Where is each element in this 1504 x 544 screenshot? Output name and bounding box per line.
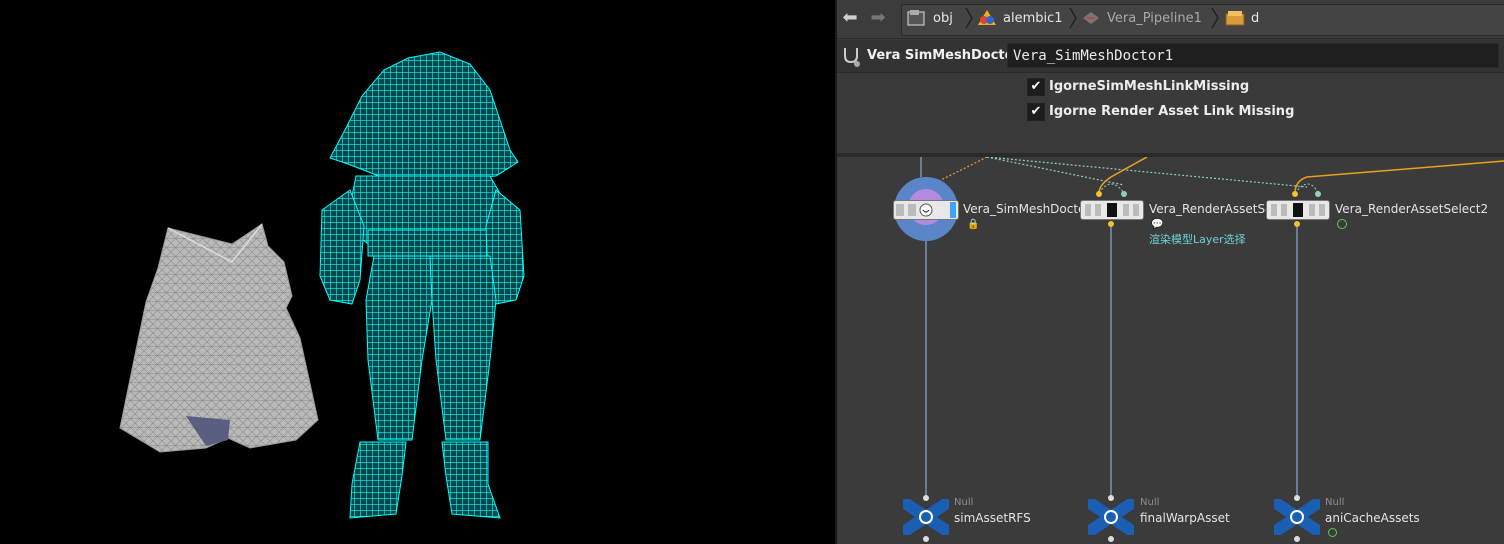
3d-viewport[interactable]: [0, 0, 835, 544]
null-node-icon[interactable]: [903, 499, 949, 535]
null-node-icon[interactable]: [1274, 499, 1320, 535]
breadcrumb-alembic1[interactable]: alembic1: [977, 6, 1063, 30]
breadcrumb-label: Vera_Pipeline1: [1107, 10, 1202, 26]
status-circle-icon: [1328, 528, 1337, 537]
cloth-mesh: [119, 223, 319, 453]
houdini-panel: ⬅ ➡ obj alembic1 Vera_Pipeline1 d Vera S…: [837, 0, 1504, 544]
network-editor[interactable]: Vera_SimMeshDoctor 🔒 Vera_RenderAssetSe …: [837, 157, 1504, 544]
node-vera-renderassetselect[interactable]: [1080, 200, 1144, 220]
node-label: Vera_RenderAssetSe: [1149, 202, 1273, 216]
arrow-left-icon[interactable]: ⬅: [839, 8, 861, 28]
chevron-right-icon: [965, 7, 973, 29]
node-label: Vera_RenderAssetSelect2: [1335, 202, 1489, 216]
obj-context-icon: [907, 10, 925, 26]
chevron-right-icon: [1211, 7, 1219, 29]
doctor-node-icon: [896, 202, 956, 218]
parameter-pane: ✔ IgorneSimMeshLinkMissing ✔ Igorne Rend…: [837, 73, 1504, 153]
alembic-icon: [978, 10, 996, 25]
node-name-field[interactable]: Vera_SimMeshDoctor1: [1007, 43, 1499, 68]
breadcrumb-d[interactable]: d: [1225, 6, 1259, 30]
node-vera-simmeshdoctor[interactable]: [893, 200, 959, 220]
checkbox-label: Igorne Render Asset Link Missing: [1049, 104, 1295, 119]
viewport-canvas: [119, 51, 525, 519]
breadcrumb-label: d: [1251, 10, 1260, 26]
filter-node-icon: [1271, 203, 1325, 217]
breadcrumb-vera-pipeline1[interactable]: Vera_Pipeline1: [1081, 6, 1202, 30]
arrow-right-icon[interactable]: ➡: [867, 8, 889, 28]
breadcrumb-label: obj: [933, 10, 953, 26]
comment-icon: 💬: [1151, 219, 1164, 230]
node-label: aniCacheAssets: [1325, 511, 1420, 525]
node-type-label: Vera SimMeshDoctor: [867, 48, 1020, 63]
parameter-header: Vera SimMeshDoctor Vera_SimMeshDoctor1: [837, 40, 1504, 73]
character-wireframe: [319, 51, 525, 519]
folder-box-icon: [1225, 11, 1245, 26]
node-label: simAssetRFS: [954, 511, 1031, 525]
filter-node-icon: [1085, 203, 1139, 217]
node-label: Vera_SimMeshDoctor: [963, 202, 1091, 216]
node-type: Null: [954, 497, 974, 508]
node-label: finalWarpAsset: [1140, 511, 1230, 525]
node-type: Null: [1325, 497, 1345, 508]
breadcrumb-obj[interactable]: obj: [907, 6, 953, 30]
chevron-right-icon: [1069, 7, 1077, 29]
node-vera-renderassetselect2[interactable]: [1266, 200, 1330, 220]
node-type: Null: [1140, 497, 1160, 508]
ignore-render-asset-link-checkbox[interactable]: ✔: [1027, 103, 1045, 121]
breadcrumb-label: alembic1: [1003, 10, 1063, 26]
status-circle-icon: [1337, 219, 1347, 229]
pipeline-icon: [1083, 12, 1099, 24]
stethoscope-icon: [844, 48, 860, 67]
node-comment: 渲染模型Layer选择: [1149, 233, 1246, 246]
lock-icon: 🔒: [967, 219, 980, 230]
checkbox-label: IgorneSimMeshLinkMissing: [1049, 79, 1250, 94]
ignore-simmesh-link-checkbox[interactable]: ✔: [1027, 78, 1045, 96]
network-path-toolbar: ⬅ ➡ obj alembic1 Vera_Pipeline1 d: [837, 0, 1504, 39]
null-node-icon[interactable]: [1088, 499, 1134, 535]
